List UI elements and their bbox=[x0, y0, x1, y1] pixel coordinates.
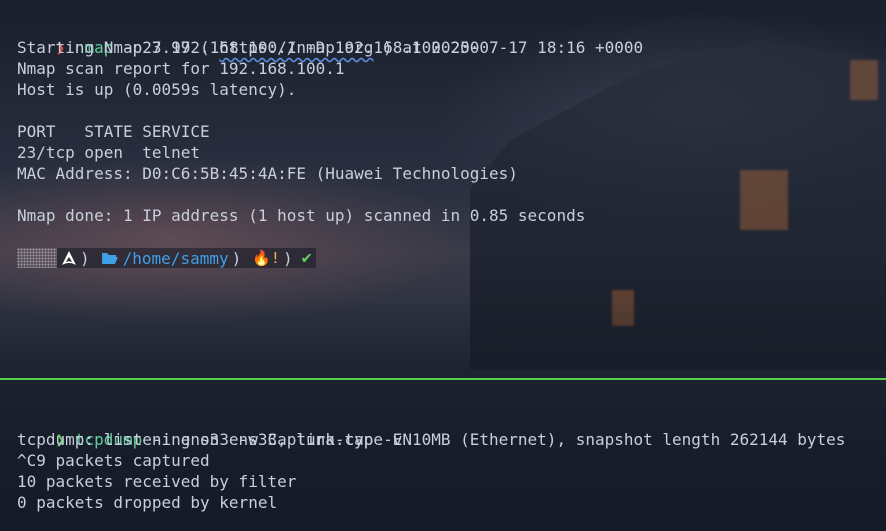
powerline-status-segment: 🔥! ) ✔ bbox=[248, 248, 316, 268]
output-line-done: Nmap done: 1 IP address (1 host up) scan… bbox=[17, 206, 586, 225]
powerline-separator: ) bbox=[282, 248, 293, 268]
output-line-start: Starting Nmap 7.97 ( https://nmap.org ) … bbox=[17, 37, 643, 58]
output-line-dropped: 0 packets dropped by kernel bbox=[17, 493, 278, 512]
output-line-host-up: Host is up (0.0059s latency). bbox=[17, 80, 297, 99]
output-text: Starting Nmap 7.97 ( bbox=[17, 38, 220, 57]
nmap-link[interactable]: https://nmap.org bbox=[219, 38, 373, 57]
folder-open-icon bbox=[101, 251, 119, 265]
output-table-row: 23/tcp open telnet bbox=[17, 143, 201, 162]
output-line-mac: MAC Address: D0:C6:5B:45:4A:FE (Huawei T… bbox=[17, 164, 518, 183]
output-table-header: PORT STATE SERVICE bbox=[17, 122, 210, 141]
output-line-captured: ^C9 packets captured bbox=[17, 451, 210, 470]
output-line-listening: tcpdump: listening on ens33, link-type E… bbox=[17, 430, 846, 449]
terminal-pane-bottom[interactable]: ❯ tcpdump -i ens33 -w Captura.cap -v tcp… bbox=[0, 380, 886, 531]
fire-root-icon: 🔥! bbox=[252, 249, 280, 267]
terminal-pane-top[interactable]: ❯ nmap -p23 192.168.100.1 -D 192.168.100… bbox=[0, 0, 886, 378]
arch-linux-icon bbox=[61, 250, 77, 266]
powerline-separator: ) bbox=[231, 248, 242, 268]
powerline-prompt: ) /home/sammy ) 🔥! ) ✔ bbox=[17, 246, 316, 270]
output-text: ) at 2025-07-17 18:16 +0000 bbox=[373, 38, 644, 57]
command-line: ❯ nmap -p23 192.168.100.1 -D 192.168.100… bbox=[17, 16, 480, 57]
powerline-path-segment: /home/sammy ) bbox=[96, 248, 249, 268]
powerline-os-segment: ) bbox=[57, 248, 97, 268]
command-line: ❯ tcpdump -i ens33 -w Captura.cap -v bbox=[17, 408, 403, 449]
powerline-separator: ) bbox=[80, 248, 90, 268]
output-line-report: Nmap scan report for 192.168.100.1 bbox=[17, 59, 345, 78]
output-line-received: 10 packets received by filter bbox=[17, 472, 297, 491]
current-path: /home/sammy bbox=[122, 248, 229, 268]
powerline-dots bbox=[17, 248, 57, 268]
checkmark-icon: ✔ bbox=[301, 248, 312, 268]
